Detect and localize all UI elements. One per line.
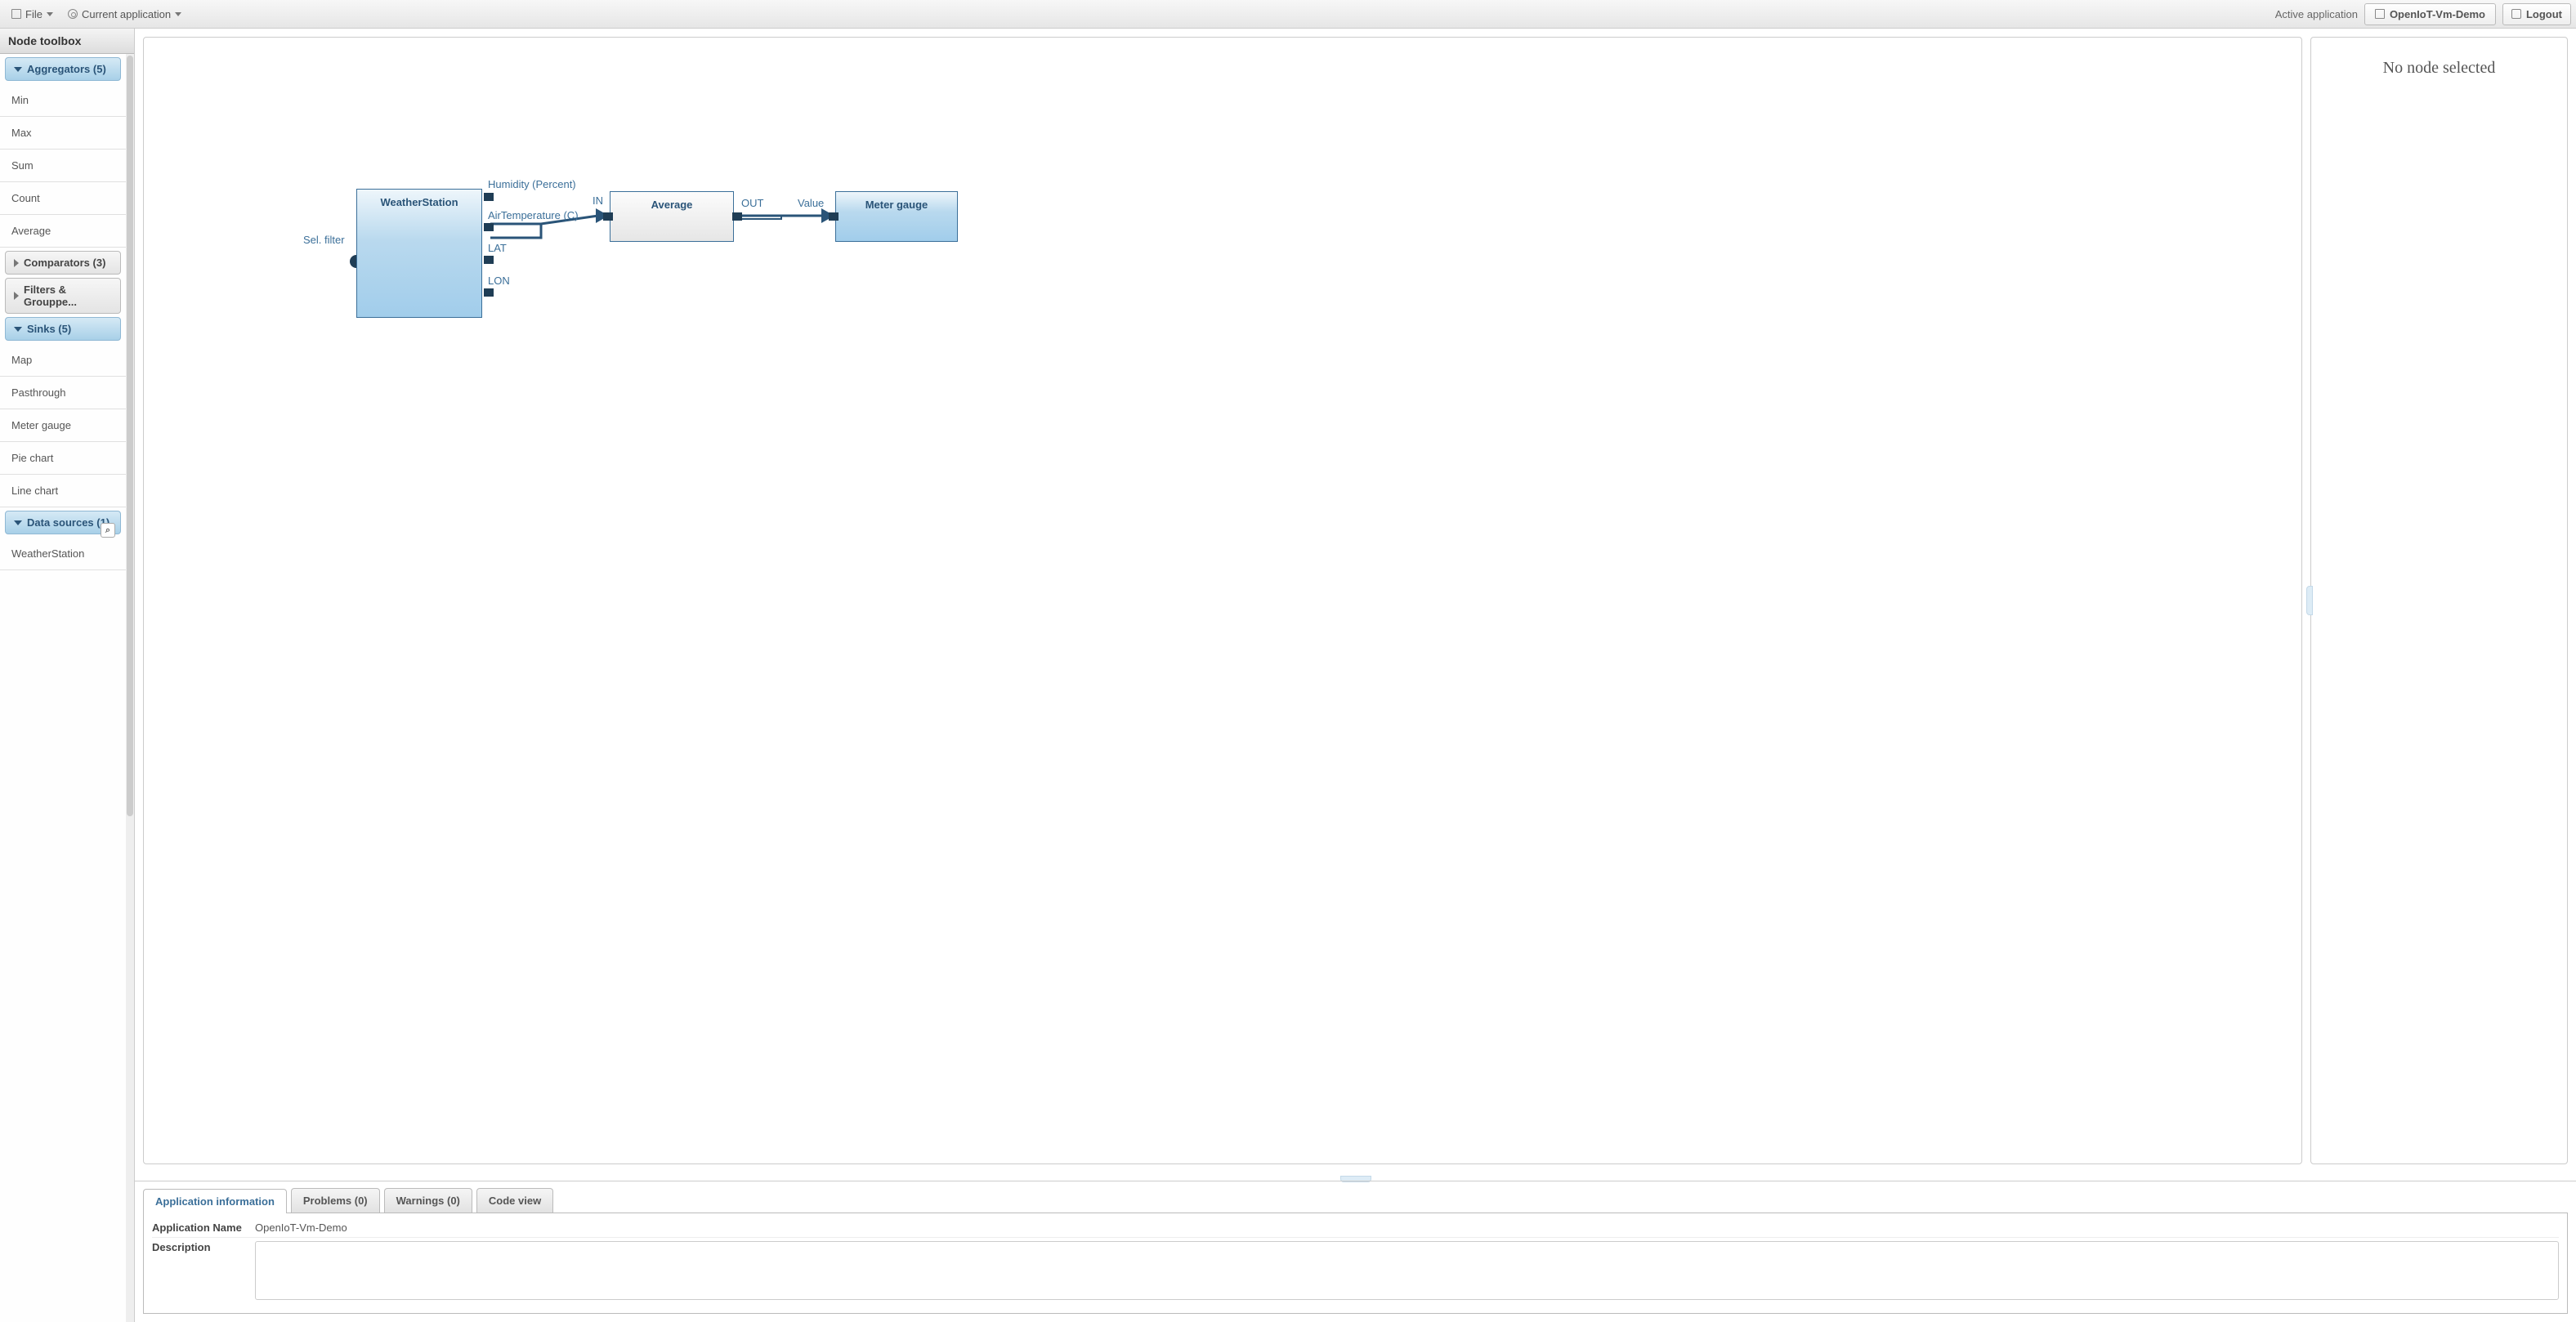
chevron-down-icon — [14, 327, 22, 332]
accordion-aggregators[interactable]: Aggregators (5) — [5, 57, 121, 81]
tab-code-view[interactable]: Code view — [476, 1188, 553, 1213]
tab-warnings[interactable]: Warnings (0) — [384, 1188, 472, 1213]
port-average-out[interactable] — [732, 212, 742, 221]
app-name-label: Application Name — [152, 1222, 248, 1234]
port-label-lat: LAT — [488, 242, 507, 254]
accordion-filters[interactable]: Filters & Grouppe... — [5, 278, 121, 314]
port-label-lon: LON — [488, 275, 510, 287]
search-icon[interactable]: ⌕ — [101, 523, 115, 538]
inspector-empty-message: No node selected — [2311, 38, 2567, 99]
chevron-down-icon — [14, 520, 22, 525]
port-lon[interactable] — [484, 288, 494, 297]
active-application-name: OpenIoT-Vm-Demo — [2390, 8, 2485, 20]
top-toolbar: File Current application Active applicat… — [0, 0, 2576, 29]
port-airtemperature[interactable] — [484, 223, 494, 231]
toolbox-item-pasthrough[interactable]: Pasthrough — [0, 377, 126, 409]
current-application-label: Current application — [82, 8, 171, 20]
toolbox-item-weatherstation[interactable]: WeatherStation — [0, 538, 126, 570]
toolbox-item-max[interactable]: Max — [0, 117, 126, 150]
tab-problems[interactable]: Problems (0) — [291, 1188, 380, 1213]
active-application-label: Active application — [2275, 8, 2358, 20]
node-average[interactable]: Average — [610, 191, 734, 242]
port-label-in: IN — [593, 194, 603, 207]
description-input[interactable] — [255, 1241, 2559, 1300]
file-menu-label: File — [25, 8, 42, 20]
tab-application-information[interactable]: Application information — [143, 1189, 287, 1213]
node-title: WeatherStation — [357, 190, 481, 208]
gear-icon — [68, 9, 78, 19]
description-label: Description — [152, 1241, 248, 1253]
caret-down-icon — [175, 12, 181, 16]
toolbox-item-line-chart[interactable]: Line chart — [0, 475, 126, 507]
logout-icon — [2511, 9, 2521, 19]
accordion-label: Data sources (1) — [27, 516, 110, 529]
node-toolbox-sidebar: Node toolbox Aggregators (5) Min Max Sum… — [0, 29, 135, 1322]
app-name-value: OpenIoT-Vm-Demo — [255, 1222, 347, 1234]
port-average-in[interactable] — [603, 212, 613, 221]
logout-label: Logout — [2526, 8, 2562, 20]
caret-down-icon — [47, 12, 53, 16]
bottom-resize-handle[interactable] — [135, 1172, 2576, 1181]
toolbox-item-sum[interactable]: Sum — [0, 150, 126, 182]
accordion-label: Comparators (3) — [24, 257, 105, 269]
port-humidity[interactable] — [484, 193, 494, 201]
toolbox-item-pie-chart[interactable]: Pie chart — [0, 442, 126, 475]
port-label-airtemperature: AirTemperature (C) — [488, 209, 579, 221]
accordion-data-sources[interactable]: Data sources (1) ⌕ — [5, 511, 121, 534]
file-menu[interactable]: File — [5, 5, 60, 24]
active-application-button[interactable]: OpenIoT-Vm-Demo — [2364, 3, 2496, 25]
accordion-comparators[interactable]: Comparators (3) — [5, 251, 121, 275]
accordion-label: Aggregators (5) — [27, 63, 106, 75]
port-label-value: Value — [798, 197, 824, 209]
sel-filter-label: Sel. filter — [303, 234, 345, 246]
toolbox-item-average[interactable]: Average — [0, 215, 126, 248]
node-meter-gauge[interactable]: Meter gauge — [835, 191, 958, 242]
node-title: Meter gauge — [836, 192, 957, 211]
file-icon — [11, 9, 21, 19]
node-title: Average — [610, 192, 733, 211]
scrollbar-thumb[interactable] — [127, 56, 133, 816]
toolbox-item-min[interactable]: Min — [0, 84, 126, 117]
current-application-menu[interactable]: Current application — [61, 5, 188, 24]
document-icon — [2375, 9, 2385, 19]
port-lat[interactable] — [484, 256, 494, 264]
port-label-out: OUT — [741, 197, 763, 209]
toolbox-item-map[interactable]: Map — [0, 344, 126, 377]
toolbox-item-meter-gauge[interactable]: Meter gauge — [0, 409, 126, 442]
inspector-resize-handle[interactable] — [2306, 586, 2313, 615]
port-meter-in[interactable] — [829, 212, 839, 221]
diagram-canvas[interactable]: Sel. filter WeatherStation Humidity (Per… — [143, 37, 2302, 1164]
inspector-panel: No node selected — [2310, 37, 2568, 1164]
chevron-right-icon — [14, 292, 19, 300]
chevron-right-icon — [14, 259, 19, 267]
node-weatherstation[interactable]: WeatherStation — [356, 189, 482, 318]
sidebar-title: Node toolbox — [0, 29, 134, 54]
accordion-sinks[interactable]: Sinks (5) — [5, 317, 121, 341]
chevron-down-icon — [14, 67, 22, 72]
accordion-label: Sinks (5) — [27, 323, 71, 335]
bottom-panel: Application information Problems (0) War… — [135, 1181, 2576, 1322]
toolbox-item-count[interactable]: Count — [0, 182, 126, 215]
logout-button[interactable]: Logout — [2502, 3, 2571, 25]
accordion-label: Filters & Grouppe... — [24, 284, 112, 308]
port-label-humidity: Humidity (Percent) — [488, 178, 576, 190]
sidebar-scrollbar[interactable] — [126, 54, 134, 1322]
